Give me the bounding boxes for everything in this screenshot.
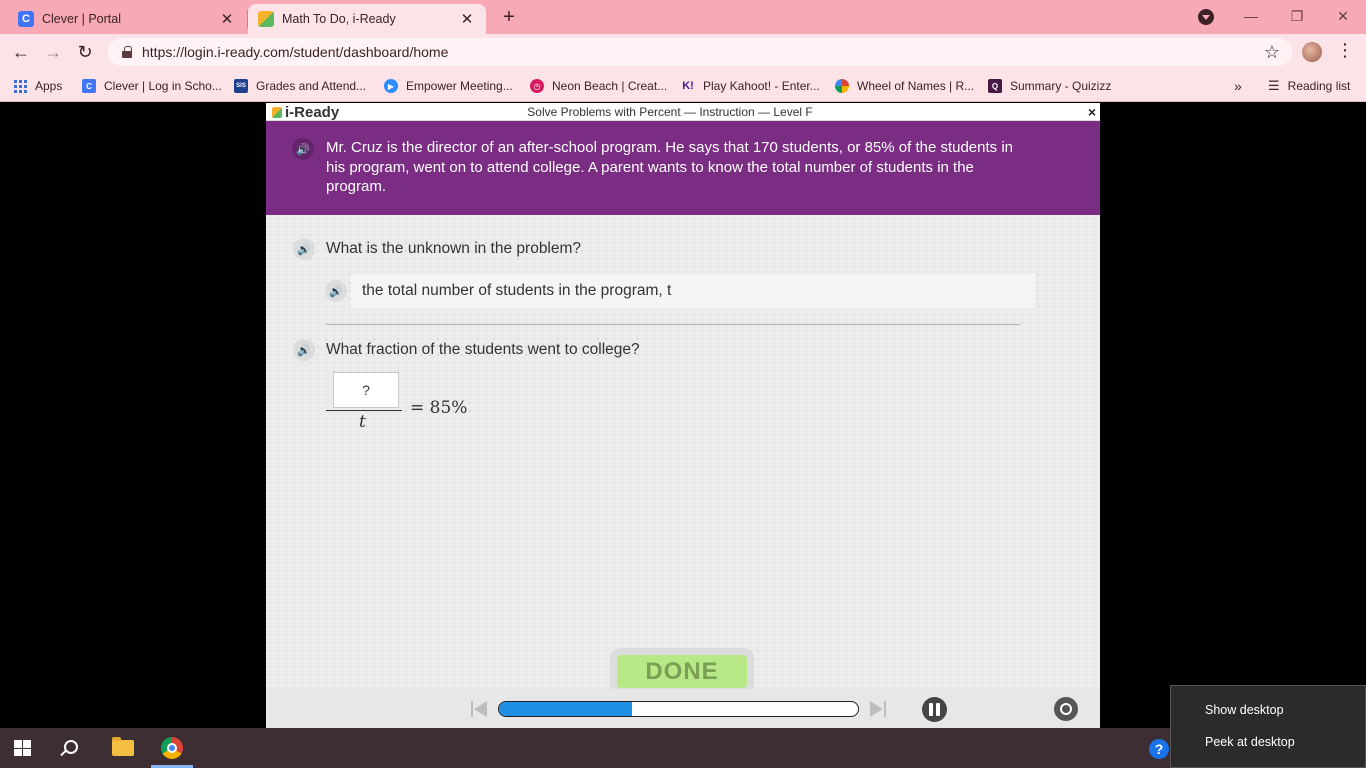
close-tab-icon[interactable]: ✕ [218, 10, 236, 28]
settings-gear-icon[interactable] [1054, 697, 1078, 721]
fraction-bar [326, 410, 402, 411]
bookmark-label: Apps [35, 79, 63, 93]
bookmark-clever[interactable]: C Clever | Log in Scho... [82, 76, 222, 96]
bookmark-apps[interactable]: Apps [14, 76, 62, 96]
wheel-icon: ● [835, 79, 849, 93]
numerator-input[interactable]: ? [333, 372, 399, 408]
peek-desktop-item[interactable]: Peek at desktop [1205, 735, 1295, 749]
lesson-title: Solve Problems with Percent — Instructio… [527, 105, 813, 119]
next-icon[interactable] [868, 701, 886, 717]
pause-icon[interactable] [922, 697, 947, 722]
back-icon[interactable]: ← [9, 40, 33, 64]
menu-kebab-icon[interactable]: ⋮ [1336, 40, 1354, 64]
problem-text: Mr. Cruz is the director of an after-sch… [326, 139, 1014, 195]
zoom-icon: ▶ [384, 79, 398, 93]
browser-tab-strip: C Clever | Portal ✕ Math To Do, i-Ready … [0, 0, 1366, 34]
bookmark-neon-beach[interactable]: ◷ Neon Beach | Creat... [530, 76, 667, 96]
close-window-icon[interactable]: ✕ [1320, 4, 1366, 28]
bookmark-empower[interactable]: ▶ Empower Meeting... [384, 76, 513, 96]
restore-icon[interactable]: ❐ [1274, 4, 1320, 28]
bookmark-wheel-of-names[interactable]: ● Wheel of Names | R... [835, 76, 974, 96]
bookmark-label: Empower Meeting... [406, 79, 513, 93]
bookmark-label: Wheel of Names | R... [857, 79, 975, 93]
reading-list-icon: ☰ [1268, 78, 1280, 93]
clever-favicon-icon: C [18, 11, 34, 27]
help-icon[interactable]: ? [1149, 739, 1169, 759]
search-icon[interactable] [64, 740, 78, 754]
bookmarks-bar: Apps C Clever | Log in Scho... SIS Grade… [0, 70, 1366, 102]
reading-list[interactable]: ☰ Reading list [1268, 76, 1350, 96]
answer-choice[interactable]: the total number of students in the prog… [351, 274, 1035, 308]
done-button[interactable]: DONE [617, 655, 747, 688]
apps-grid-icon [14, 79, 27, 93]
speaker-icon[interactable]: 🔊 [292, 138, 314, 160]
close-tab-icon[interactable]: ✕ [458, 10, 476, 28]
question-fraction: What fraction of the students went to co… [326, 341, 640, 358]
previous-icon[interactable] [471, 701, 489, 717]
tab-title: Math To Do, i-Ready [282, 12, 396, 26]
lesson-close-button[interactable]: × [1088, 103, 1096, 121]
speaker-icon[interactable]: 🔊 [293, 339, 315, 361]
lesson-header: i-Ready Solve Problems with Percent — In… [266, 103, 1100, 121]
minimize-icon[interactable]: — [1228, 4, 1274, 28]
section-divider [326, 324, 1020, 325]
tab-clever-portal[interactable]: C Clever | Portal ✕ [8, 4, 246, 34]
equals-percent: = 85% [410, 398, 468, 418]
bookmark-label: Grades and Attend... [256, 79, 367, 93]
quizizz-icon: Q [988, 79, 1002, 93]
bookmark-grades[interactable]: SIS Grades and Attend... [234, 76, 366, 96]
sis-icon: SIS [234, 79, 248, 93]
player-controls [266, 689, 1100, 728]
fraction-equation: ? t = 85% [326, 371, 506, 435]
address-bar[interactable]: https://login.i-ready.com/student/dashbo… [108, 38, 1292, 66]
progress-fill [499, 702, 632, 716]
browser-toolbar: ← → ↻ https://login.i-ready.com/student/… [0, 34, 1366, 70]
lock-icon[interactable] [122, 46, 132, 58]
reload-icon[interactable]: ↻ [73, 40, 97, 64]
windows-taskbar: ? [0, 728, 1366, 768]
bookmark-label: Clever | Log in Scho... [104, 79, 222, 93]
tab-title: Clever | Portal [42, 12, 121, 26]
bookmark-quizizz[interactable]: Q Summary - Quizizz [988, 76, 1111, 96]
forward-icon[interactable]: → [41, 40, 65, 64]
lesson-progress-bar [498, 701, 859, 717]
problem-banner: 🔊 Mr. Cruz is the director of an after-s… [266, 121, 1100, 215]
bookmark-label: Summary - Quizizz [1010, 79, 1112, 93]
tab-search-icon[interactable] [1198, 9, 1214, 25]
windows-start-icon[interactable] [14, 740, 31, 756]
file-explorer-icon[interactable] [112, 737, 134, 756]
clever-icon: C [82, 79, 96, 93]
reading-list-label: Reading list [1287, 79, 1351, 93]
iready-favicon-icon [258, 11, 274, 27]
speaker-icon[interactable]: 🔊 [325, 280, 347, 302]
show-desktop-menu: Show desktop Peek at desktop [1170, 685, 1366, 768]
lesson-window: i-Ready Solve Problems with Percent — In… [266, 103, 1100, 728]
tab-math-to-do[interactable]: Math To Do, i-Ready ✕ [248, 4, 486, 34]
new-tab-button[interactable]: + [498, 6, 520, 28]
speaker-icon[interactable]: 🔊 [293, 238, 315, 260]
done-tray: DONE [610, 648, 754, 690]
bookmark-label: Play Kahoot! - Enter... [703, 79, 820, 93]
bookmark-label: Neon Beach | Creat... [552, 79, 668, 93]
bookmark-kahoot[interactable]: K! Play Kahoot! - Enter... [681, 76, 820, 96]
chrome-icon[interactable] [161, 737, 183, 759]
url-text[interactable]: https://login.i-ready.com/student/dashbo… [142, 44, 1264, 60]
show-desktop-item[interactable]: Show desktop [1205, 703, 1284, 717]
neon-beach-icon: ◷ [530, 79, 544, 93]
kahoot-icon: K! [682, 80, 694, 92]
question-unknown: What is the unknown in the problem? [326, 240, 582, 257]
profile-avatar[interactable] [1302, 42, 1322, 62]
denominator: t [359, 412, 366, 432]
more-bookmarks-icon[interactable]: » [1234, 76, 1242, 96]
bookmark-star-icon[interactable]: ☆ [1264, 42, 1280, 63]
